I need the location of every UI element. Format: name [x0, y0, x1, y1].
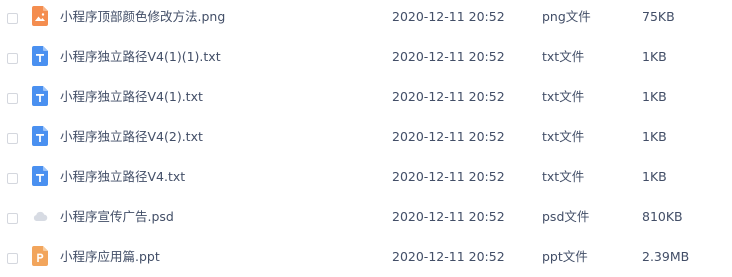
- file-date: 2020-12-11 20:52: [392, 129, 505, 144]
- file-size: 1KB: [642, 49, 667, 64]
- file-date: 2020-12-11 20:52: [392, 209, 505, 224]
- file-size: 810KB: [642, 209, 683, 224]
- row-checkbox[interactable]: [7, 173, 18, 184]
- file-type: psd文件: [542, 209, 590, 224]
- file-date: 2020-12-11 20:52: [392, 89, 505, 104]
- row-checkbox[interactable]: [7, 213, 18, 224]
- file-type: ppt文件: [542, 249, 588, 264]
- file-date: 2020-12-11 20:52: [392, 169, 505, 184]
- text-file-icon: [32, 46, 48, 66]
- row-checkbox[interactable]: [7, 13, 18, 24]
- file-row[interactable]: 小程序应用篇.ppt 2020-12-11 20:52 ppt文件 2.39MB: [0, 240, 732, 277]
- file-type: txt文件: [542, 49, 585, 64]
- file-name[interactable]: 小程序独立路径V4(1)(1).txt: [60, 49, 221, 65]
- file-size: 1KB: [642, 129, 667, 144]
- file-date: 2020-12-11 20:52: [392, 49, 505, 64]
- file-name[interactable]: 小程序独立路径V4.txt: [60, 169, 185, 185]
- file-date: 2020-12-11 20:52: [392, 249, 505, 264]
- file-row[interactable]: 小程序宣传广告.psd 2020-12-11 20:52 psd文件 810KB: [0, 200, 732, 240]
- file-size: 1KB: [642, 169, 667, 184]
- file-type: txt文件: [542, 89, 585, 104]
- file-type: txt文件: [542, 129, 585, 144]
- image-file-icon: [32, 6, 48, 26]
- file-row[interactable]: 小程序顶部颜色修改方法.png 2020-12-11 20:52 png文件 7…: [0, 0, 732, 40]
- file-type: png文件: [542, 9, 591, 24]
- file-row[interactable]: 小程序独立路径V4.txt 2020-12-11 20:52 txt文件 1KB: [0, 160, 732, 200]
- file-name[interactable]: 小程序宣传广告.psd: [60, 209, 174, 225]
- file-size: 2.39MB: [642, 249, 690, 264]
- row-checkbox[interactable]: [7, 93, 18, 104]
- file-size: 75KB: [642, 9, 675, 24]
- text-file-icon: [32, 86, 48, 106]
- file-name[interactable]: 小程序顶部颜色修改方法.png: [60, 9, 225, 25]
- row-checkbox[interactable]: [7, 53, 18, 64]
- file-name[interactable]: 小程序应用篇.ppt: [60, 249, 160, 265]
- row-checkbox[interactable]: [7, 133, 18, 144]
- text-file-icon: [32, 126, 48, 146]
- ppt-file-icon: [32, 246, 48, 266]
- file-row[interactable]: 小程序独立路径V4(1)(1).txt 2020-12-11 20:52 txt…: [0, 40, 732, 80]
- file-size: 1KB: [642, 89, 667, 104]
- file-name[interactable]: 小程序独立路径V4(2).txt: [60, 129, 203, 145]
- file-row[interactable]: 小程序独立路径V4(1).txt 2020-12-11 20:52 txt文件 …: [0, 80, 732, 120]
- file-name[interactable]: 小程序独立路径V4(1).txt: [60, 89, 203, 105]
- file-row[interactable]: 小程序独立路径V4(2).txt 2020-12-11 20:52 txt文件 …: [0, 120, 732, 160]
- row-checkbox[interactable]: [7, 253, 18, 264]
- text-file-icon: [32, 166, 48, 186]
- file-date: 2020-12-11 20:52: [392, 9, 505, 24]
- psd-file-icon: [32, 206, 48, 226]
- file-type: txt文件: [542, 169, 585, 184]
- file-list: 小程序顶部颜色修改方法.png 2020-12-11 20:52 png文件 7…: [0, 0, 732, 277]
